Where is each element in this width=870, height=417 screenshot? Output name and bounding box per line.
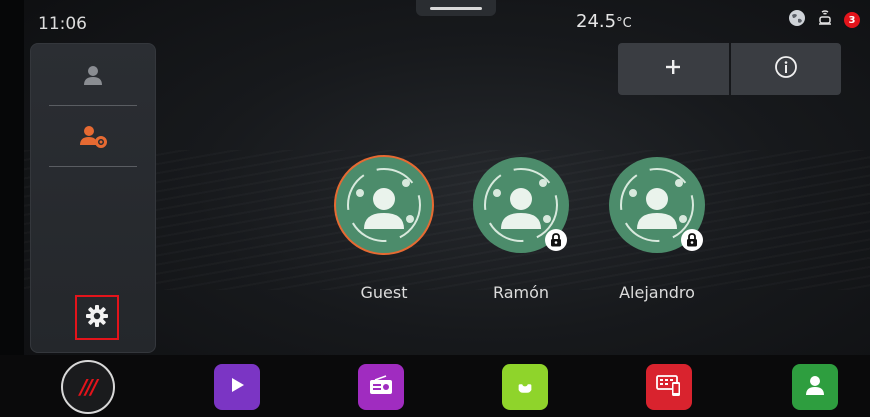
profile-ramon[interactable]: Ramón [461, 157, 581, 302]
status-icons: 3 [788, 9, 860, 31]
clock: 11:06 [38, 14, 87, 34]
info-button[interactable] [730, 43, 841, 95]
contact-icon [803, 373, 827, 401]
temperature-readout: 24.5°C [576, 11, 632, 32]
app-phone-projection[interactable] [646, 364, 692, 410]
app-media-player[interactable] [214, 364, 260, 410]
app-dock [0, 355, 870, 417]
temperature-unit: °C [616, 16, 632, 31]
profile-guest[interactable]: Guest [324, 157, 444, 302]
temperature-value: 24.5 [576, 11, 617, 32]
notification-badge[interactable]: 3 [844, 12, 860, 28]
side-panel [30, 43, 156, 353]
side-divider [49, 166, 137, 167]
phone-icon [513, 373, 537, 401]
app-phone[interactable] [502, 364, 548, 410]
lock-icon [681, 229, 703, 251]
globe-icon [788, 9, 806, 31]
plus-icon [664, 58, 682, 80]
pull-down-handle[interactable] [416, 0, 496, 16]
play-icon [227, 375, 247, 399]
app-contacts[interactable] [792, 364, 838, 410]
profile-name: Guest [360, 283, 408, 302]
avatar [473, 157, 569, 253]
home-button[interactable]: /// [61, 360, 115, 414]
profile-name: Ramón [492, 283, 550, 302]
user-settings-icon [79, 124, 107, 152]
lock-icon [545, 229, 567, 251]
top-actions [618, 43, 841, 95]
profile-name: Alejandro [619, 283, 695, 302]
gear-icon [85, 304, 109, 332]
avatar [609, 157, 705, 253]
side-divider [49, 105, 137, 106]
side-item-user-settings[interactable] [31, 113, 155, 163]
home-logo: /// [80, 375, 98, 399]
radio-icon [369, 375, 393, 399]
profile-alejandro[interactable]: Alejandro [597, 157, 717, 302]
profile-avatar-icon [347, 168, 421, 242]
app-radio[interactable] [358, 364, 404, 410]
side-item-user[interactable] [31, 52, 155, 102]
user-icon [82, 64, 104, 90]
add-profile-button[interactable] [618, 43, 729, 95]
car-wifi-icon [816, 9, 834, 31]
avatar [336, 157, 432, 253]
phone-projection-icon [656, 373, 682, 401]
info-icon [774, 55, 798, 83]
settings-button[interactable] [75, 295, 119, 340]
